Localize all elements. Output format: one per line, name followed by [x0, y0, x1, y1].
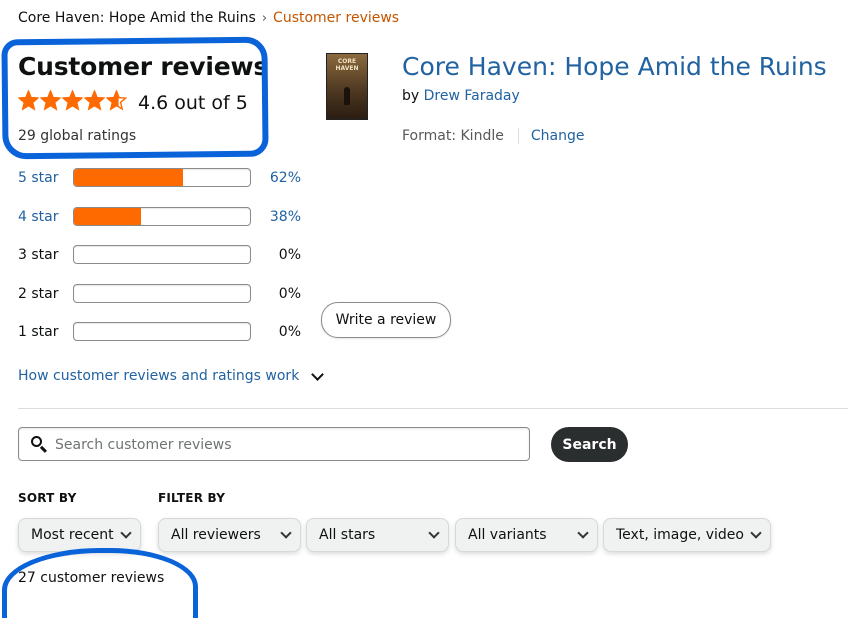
histogram-label[interactable]: 5 star — [18, 170, 68, 186]
book-cover-text: CORE HAVEN — [335, 58, 359, 72]
filter-by-label: FILTER BY — [158, 491, 226, 505]
breadcrumb-current: Customer reviews — [273, 10, 400, 26]
histogram-percent: 0% — [278, 324, 301, 340]
histogram-label: 1 star — [18, 324, 59, 340]
search-button[interactable]: Search — [551, 427, 628, 462]
histogram-label: 2 star — [18, 286, 59, 302]
histogram-label[interactable]: 4 star — [18, 209, 68, 225]
search-box[interactable] — [18, 427, 530, 462]
histogram-row-3-star: 3 star 0% — [18, 245, 318, 267]
histogram-percent[interactable]: 38% — [263, 209, 301, 225]
search-icon — [31, 436, 42, 447]
variant-filter-dropdown[interactable]: All variants — [455, 518, 598, 552]
highlight-annotation-review-count — [2, 548, 198, 618]
histogram-fill — [74, 208, 141, 225]
sort-dropdown[interactable]: Most recent — [18, 518, 141, 552]
histogram-bar — [73, 245, 251, 264]
highlight-annotation-summary — [1, 36, 269, 160]
histogram-label: 3 star — [18, 247, 59, 263]
change-format-link[interactable]: Change — [531, 128, 585, 144]
histogram-bar[interactable] — [73, 207, 251, 226]
reviewer-filter-dropdown[interactable]: All reviewers — [158, 518, 301, 552]
histogram-bar — [73, 284, 251, 303]
author-link[interactable]: Drew Faraday — [424, 88, 520, 104]
format-line: Format: Kindle Change — [402, 128, 584, 144]
reviewer-filter-selected: All reviewers — [171, 527, 261, 543]
write-review-button[interactable]: Write a review — [321, 302, 451, 338]
variant-filter-selected: All variants — [468, 527, 547, 543]
histogram-row-1-star: 1 star 0% — [18, 322, 318, 344]
histogram-row-2-star: 2 star 0% — [18, 284, 318, 306]
book-cover-figure — [344, 87, 350, 105]
chevron-down-icon — [120, 527, 132, 539]
histogram-fill — [74, 169, 184, 186]
book-cover-image[interactable]: CORE HAVEN — [326, 53, 368, 120]
sort-by-label: SORT BY — [18, 491, 77, 505]
section-divider — [18, 408, 848, 409]
byline: by Drew Faraday — [402, 88, 520, 104]
breadcrumb-separator: › — [261, 11, 268, 26]
search-input[interactable] — [53, 428, 527, 462]
how-reviews-work-label[interactable]: How customer reviews and ratings work — [18, 368, 299, 384]
media-filter-dropdown[interactable]: Text, image, video — [603, 518, 771, 552]
histogram-bar[interactable] — [73, 168, 251, 187]
format-divider — [517, 128, 519, 144]
chevron-down-icon — [577, 527, 589, 539]
breadcrumb-parent-link[interactable]: Core Haven: Hope Amid the Ruins — [18, 10, 256, 26]
histogram-percent: 0% — [278, 286, 301, 302]
histogram-row-4-star[interactable]: 4 star 38% — [18, 207, 318, 229]
chevron-down-icon — [280, 527, 292, 539]
histogram-percent[interactable]: 62% — [263, 170, 301, 186]
star-filter-dropdown[interactable]: All stars — [306, 518, 449, 552]
chevron-down-icon — [750, 527, 762, 539]
star-filter-selected: All stars — [319, 527, 376, 543]
how-reviews-work-toggle[interactable]: How customer reviews and ratings work — [18, 367, 325, 384]
media-filter-selected: Text, image, video — [616, 527, 744, 543]
chevron-down-icon[interactable] — [311, 367, 325, 381]
breadcrumb: Core Haven: Hope Amid the Ruins › Customer… — [18, 10, 399, 26]
format-text: Format: Kindle — [402, 128, 504, 144]
by-label: by — [402, 88, 420, 104]
histogram-bar — [73, 322, 251, 341]
histogram-row-5-star[interactable]: 5 star 62% — [18, 168, 318, 190]
chevron-down-icon — [428, 527, 440, 539]
histogram-percent: 0% — [278, 247, 301, 263]
product-title-link[interactable]: Core Haven: Hope Amid the Ruins — [402, 52, 827, 81]
sort-selected: Most recent — [31, 527, 114, 543]
